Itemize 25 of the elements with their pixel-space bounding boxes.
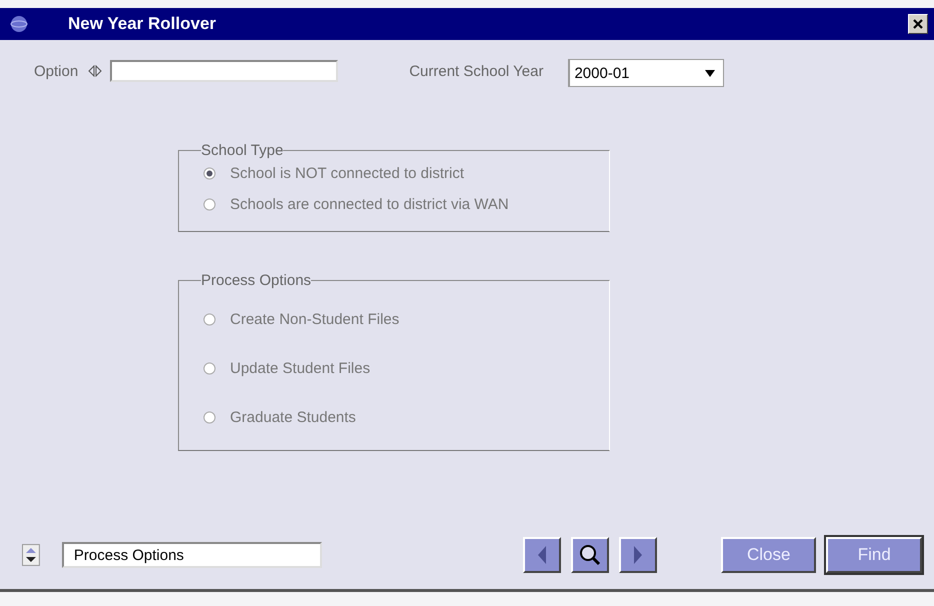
magnifier-icon [579,544,602,566]
radio-label: Create Non-Student Files [230,311,400,328]
globe-icon [10,15,28,33]
previous-button[interactable] [523,537,562,573]
close-button[interactable] [908,14,928,34]
right-arrow-icon [632,545,644,565]
left-right-arrows-icon[interactable] [88,65,102,77]
section-selector-field[interactable]: Process Options [62,542,322,568]
window-title: New Year Rollover [68,14,218,34]
school-year-dropdown[interactable]: 2000-01 [568,59,724,87]
dropdown-arrow-icon [705,70,716,76]
close-icon [912,18,924,30]
radio-label: Graduate Students [230,409,356,426]
group-title: School Type [201,142,284,159]
option-label: Option [34,62,78,80]
left-arrow-icon [536,545,548,565]
spinner-icon[interactable] [22,544,40,566]
radio-label: Update Student Files [230,360,370,377]
group-title: Process Options [201,272,312,289]
radio-label: School is NOT connected to district [230,165,464,182]
next-button[interactable] [619,537,657,573]
radio-label: Schools are connected to district via WAN [230,196,509,213]
school-year-label: Current School Year [409,62,544,80]
option-field[interactable] [110,60,338,82]
find-button[interactable] [571,537,610,573]
